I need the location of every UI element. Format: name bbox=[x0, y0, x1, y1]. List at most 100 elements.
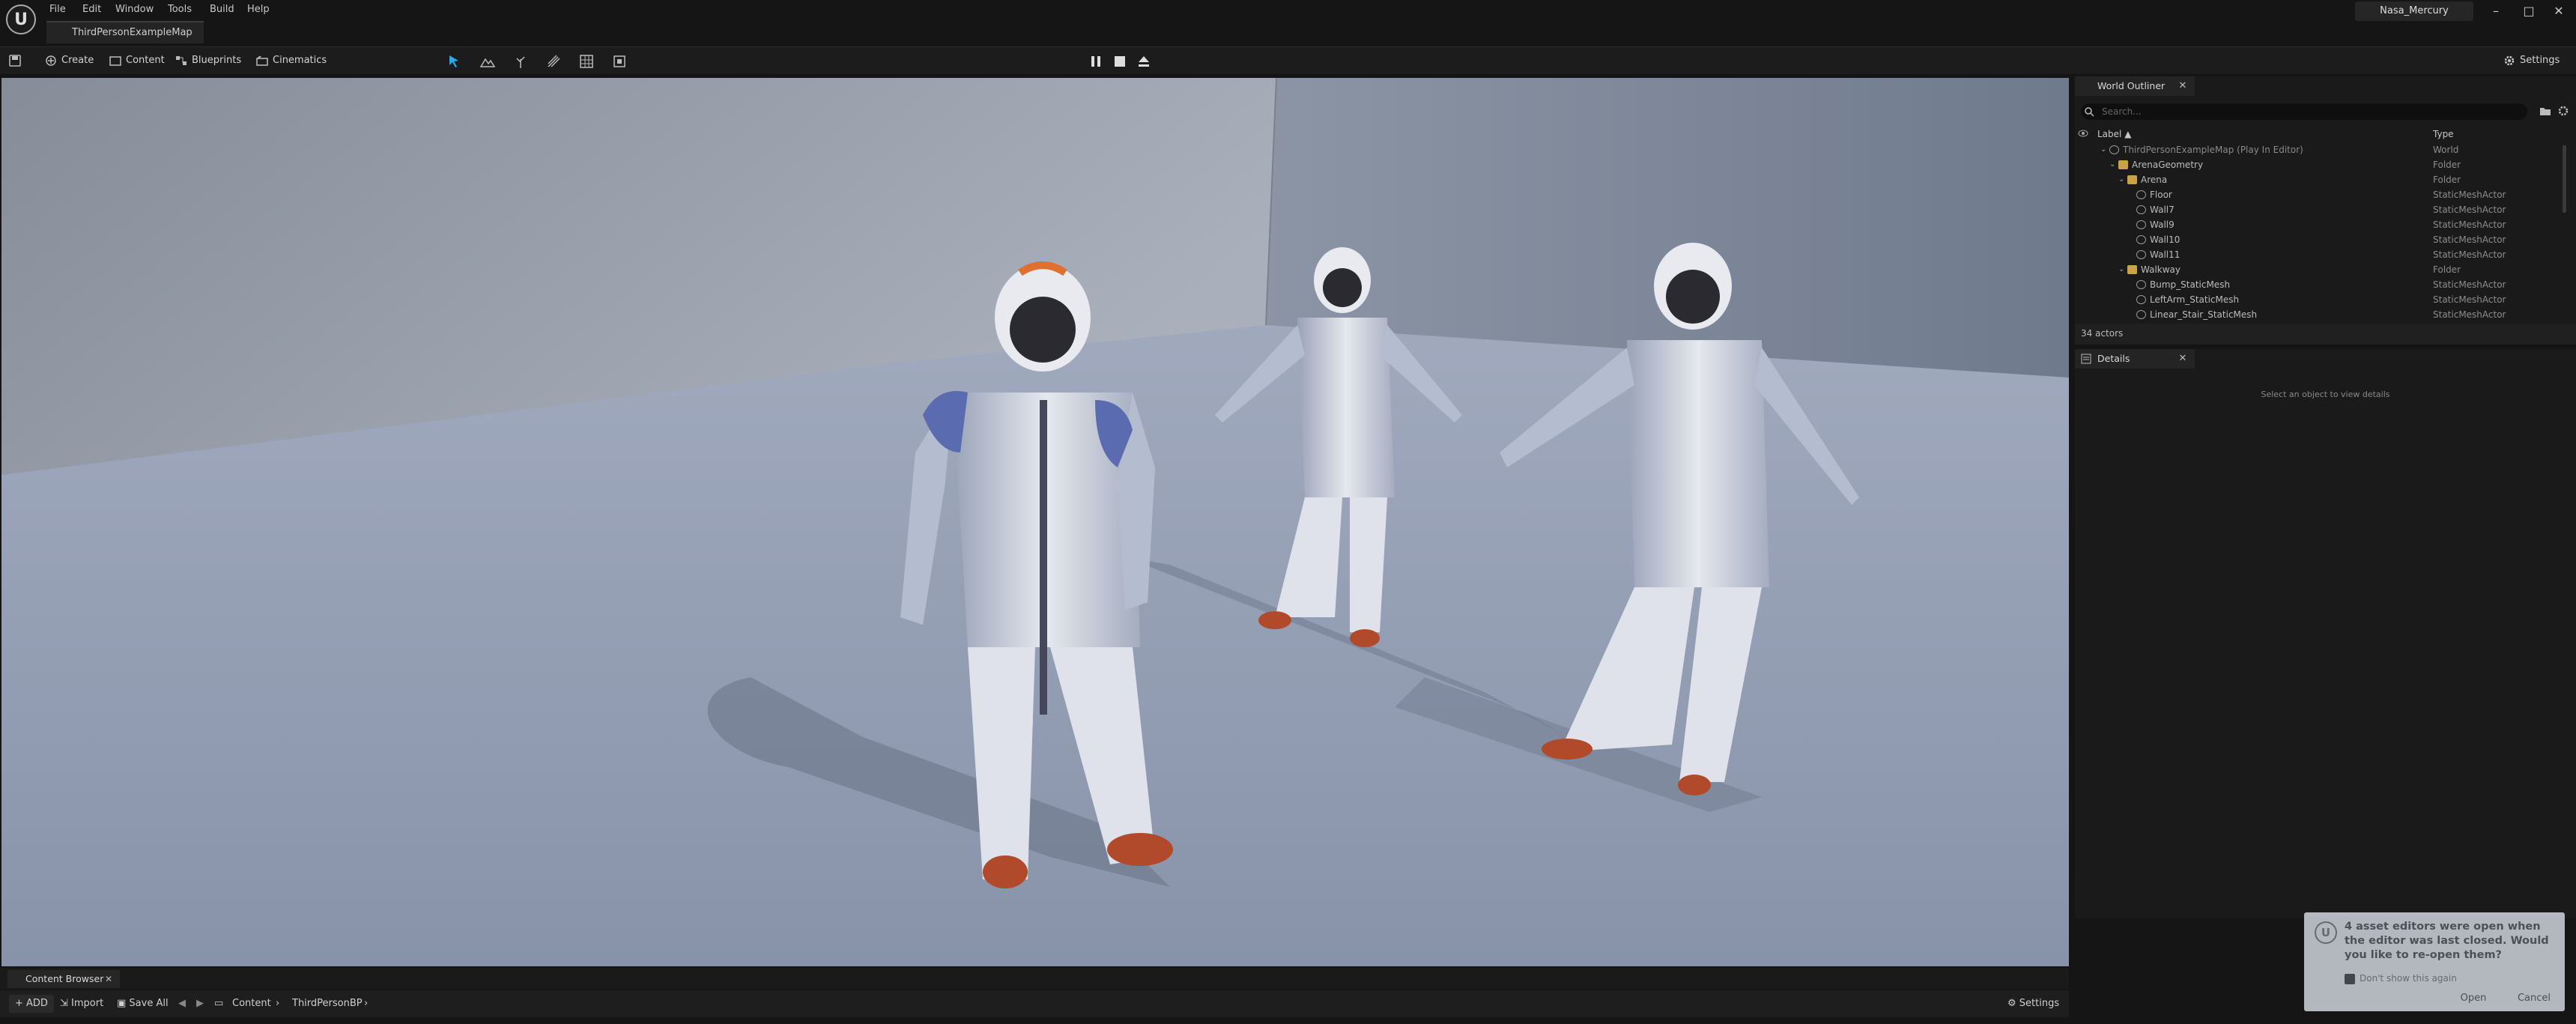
outliner-search-input[interactable]: Search... bbox=[2081, 103, 2527, 120]
close-content-browser-icon[interactable]: ✕ bbox=[105, 970, 112, 988]
create-icon bbox=[46, 55, 56, 66]
select-mode-icon[interactable] bbox=[446, 53, 463, 70]
save-all-icon: ▣ bbox=[117, 998, 130, 1009]
open-button[interactable]: Open bbox=[2451, 990, 2496, 1007]
dialog-message: 4 asset editors were open when the edito… bbox=[2345, 921, 2549, 961]
foliage-mode-icon[interactable] bbox=[512, 53, 529, 70]
user-chip[interactable]: Nasa_Mercury bbox=[2355, 1, 2473, 21]
cinematics-icon bbox=[256, 56, 268, 66]
breadcrumb-content[interactable]: Content bbox=[232, 995, 271, 1013]
tree-row[interactable]: Wall9 StaticMeshActor bbox=[2075, 217, 2562, 232]
close-outliner-icon[interactable]: ✕ bbox=[2175, 76, 2190, 96]
close-window-button[interactable]: ✕ bbox=[2544, 1, 2574, 21]
blueprints-label: Blueprints bbox=[192, 55, 242, 66]
unreal-logo-icon[interactable]: U bbox=[6, 4, 36, 34]
outliner-scrollbar[interactable] bbox=[2563, 145, 2566, 213]
menu-help[interactable]: Help bbox=[247, 1, 270, 18]
content-browser-toolbar: + ADD ⇲ Import ▣ Save All ◀ ▶ ▭ Content … bbox=[0, 990, 2069, 1017]
breadcrumb-separator-icon: › bbox=[276, 998, 280, 1009]
content-browser-tab[interactable]: Content Browser bbox=[7, 970, 120, 988]
cancel-button[interactable]: Cancel bbox=[2508, 990, 2560, 1007]
mesh-paint-icon[interactable] bbox=[545, 53, 562, 70]
import-button[interactable]: ⇲ Import bbox=[60, 995, 103, 1013]
reopen-editors-dialog: U 4 asset editors were open when the edi… bbox=[2304, 912, 2565, 1011]
tree-row[interactable]: ⌄ ThirdPersonExampleMap (Play In Editor)… bbox=[2075, 142, 2562, 157]
fracture-mode-icon[interactable] bbox=[578, 53, 595, 70]
blueprints-icon bbox=[176, 56, 187, 65]
menu-file[interactable]: File bbox=[49, 1, 66, 18]
stop-icon[interactable] bbox=[1112, 53, 1128, 70]
menu-window[interactable]: Window bbox=[115, 1, 154, 18]
content-settings-button[interactable]: ⚙ Settings bbox=[2007, 995, 2059, 1013]
cinematics-label: Cinematics bbox=[273, 55, 327, 66]
minimize-button[interactable]: – bbox=[2481, 1, 2511, 21]
content-icon bbox=[109, 56, 121, 66]
level-viewport[interactable] bbox=[1, 78, 2069, 966]
menu-edit[interactable]: Edit bbox=[82, 1, 101, 18]
tree-row[interactable]: Bump_StaticMesh StaticMeshActor bbox=[2075, 277, 2562, 292]
gear-icon: ⚙ bbox=[2007, 998, 2019, 1009]
blueprints-button[interactable]: Blueprints bbox=[175, 50, 241, 71]
document-tab-label: ThirdPersonExampleMap bbox=[72, 27, 193, 38]
save-icon[interactable] bbox=[9, 50, 21, 71]
save-all-label: Save All bbox=[129, 998, 169, 1009]
breadcrumb-more-icon[interactable]: › bbox=[364, 995, 368, 1013]
settings-button[interactable]: Settings bbox=[2503, 50, 2560, 71]
tree-row[interactable]: Wall11 StaticMeshActor bbox=[2075, 247, 2562, 262]
tree-row[interactable]: Wall10 StaticMeshActor bbox=[2075, 232, 2562, 247]
tree-row[interactable]: ⌄ ArenaGeometry Folder bbox=[2075, 157, 2562, 172]
eject-icon[interactable] bbox=[1136, 53, 1152, 70]
world-outliner-panel: World Outliner ✕ Search... Label ▲ Type … bbox=[2075, 76, 2576, 345]
cinematics-button[interactable]: Cinematics bbox=[256, 50, 327, 71]
dont-show-again-label: Don't show this again bbox=[2360, 973, 2457, 984]
tree-row[interactable]: ⌄ Arena Folder bbox=[2075, 172, 2562, 187]
modeling-mode-icon[interactable] bbox=[611, 53, 628, 70]
import-label: Import bbox=[71, 998, 104, 1009]
content-label: Content bbox=[126, 55, 165, 66]
visibility-eye-icon[interactable] bbox=[2078, 129, 2088, 138]
label-column-header[interactable]: Label ▲ bbox=[2097, 126, 2131, 142]
settings-label: Settings bbox=[2520, 55, 2560, 66]
menu-build[interactable]: Build bbox=[210, 1, 234, 18]
world-outliner-tab-label: World Outliner bbox=[2097, 80, 2166, 91]
create-label: Create bbox=[61, 55, 94, 66]
content-browser-tab-label: Content Browser bbox=[25, 973, 104, 984]
content-button[interactable]: Content bbox=[109, 50, 165, 71]
outliner-tree: ⌄ ThirdPersonExampleMap (Play In Editor)… bbox=[2075, 142, 2562, 322]
tree-row[interactable]: Wall7 StaticMeshActor bbox=[2075, 202, 2562, 217]
content-settings-label: Settings bbox=[2019, 998, 2060, 1009]
document-tab[interactable]: ThirdPersonExampleMap bbox=[46, 21, 204, 43]
menu-tools[interactable]: Tools bbox=[168, 1, 192, 18]
tree-row[interactable]: Linear_Stair_StaticMesh StaticMeshActor bbox=[2075, 307, 2562, 322]
close-details-icon[interactable]: ✕ bbox=[2175, 349, 2190, 369]
save-all-button[interactable]: ▣ Save All bbox=[117, 995, 169, 1013]
details-icon bbox=[2081, 354, 2091, 364]
search-icon bbox=[2085, 107, 2094, 117]
details-empty-message: Select an object to view details bbox=[2261, 390, 2390, 399]
tree-row[interactable]: ⌄ Walkway Folder bbox=[2075, 262, 2562, 277]
main-toolbar: Create Content Blueprints Cinematics Set… bbox=[0, 46, 2576, 75]
content-browser-tabbar: Content Browser ✕ bbox=[0, 968, 2069, 989]
title-bar: U File Edit Window Tools Build Help Thir… bbox=[0, 0, 2576, 43]
type-column-header[interactable]: Type bbox=[2433, 126, 2454, 142]
new-folder-icon[interactable] bbox=[2539, 105, 2551, 117]
create-button[interactable]: Create bbox=[45, 50, 94, 71]
plus-icon: + bbox=[15, 998, 27, 1009]
breadcrumb-thirdpersonbp[interactable]: ThirdPersonBP bbox=[292, 995, 363, 1013]
details-panel: Details ✕ Select an object to view detai… bbox=[2075, 349, 2576, 918]
outliner-settings-icon[interactable] bbox=[2557, 105, 2569, 117]
history-back-icon[interactable]: ◀ bbox=[178, 995, 186, 1013]
history-forward-icon[interactable]: ▶ bbox=[196, 995, 204, 1013]
dont-show-again-checkbox[interactable] bbox=[2345, 974, 2355, 984]
pause-icon[interactable] bbox=[1088, 53, 1104, 70]
import-icon: ⇲ bbox=[60, 998, 72, 1009]
add-button[interactable]: + ADD bbox=[9, 995, 54, 1013]
tree-row[interactable]: Floor StaticMeshActor bbox=[2075, 187, 2562, 202]
add-label: ADD bbox=[26, 998, 48, 1009]
gear-icon bbox=[2504, 55, 2515, 66]
tree-row[interactable]: LeftArm_StaticMesh StaticMeshActor bbox=[2075, 292, 2562, 307]
viewport-scene bbox=[1, 78, 2069, 966]
landscape-mode-icon[interactable] bbox=[479, 53, 496, 70]
maximize-button[interactable]: □ bbox=[2514, 1, 2544, 21]
folder-icon: ▭ bbox=[214, 998, 224, 1009]
